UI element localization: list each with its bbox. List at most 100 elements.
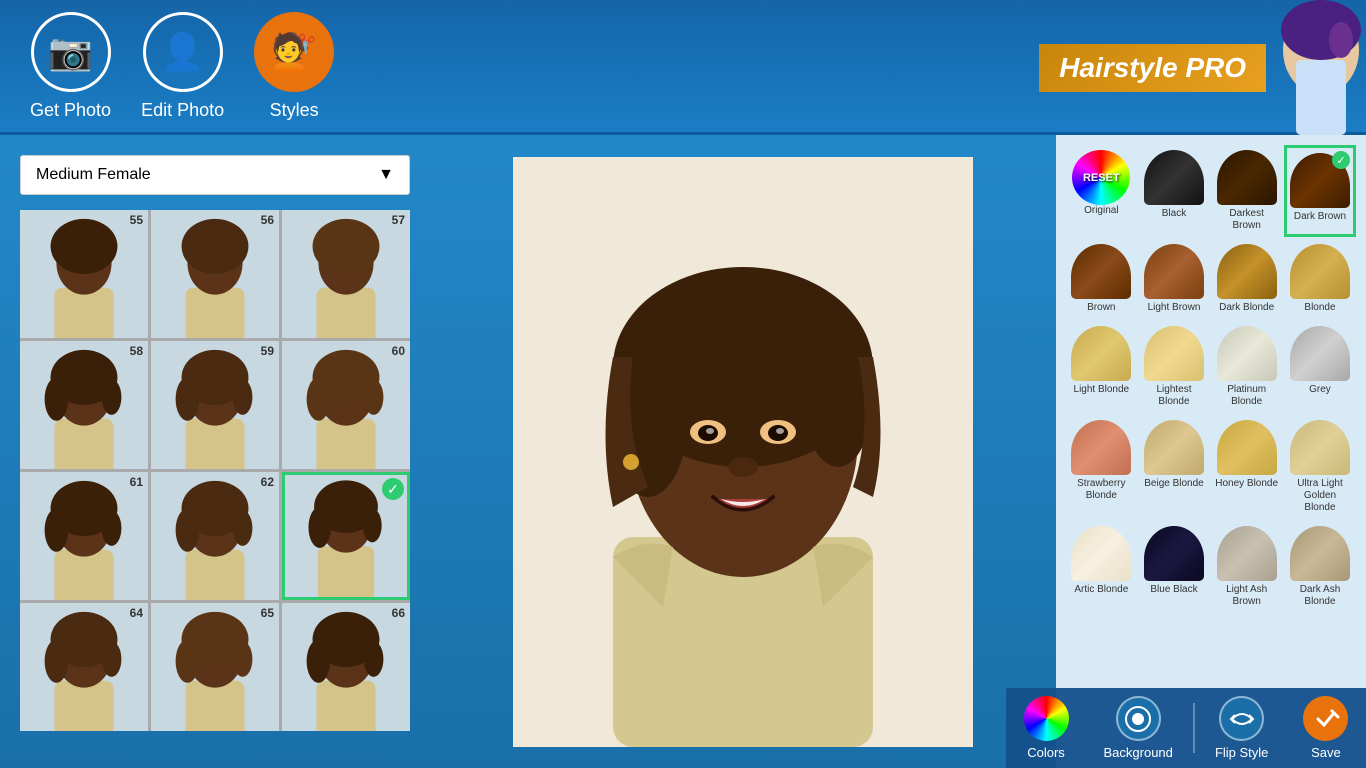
app-title: Hairstyle PRO	[1039, 44, 1266, 92]
color-item-grey[interactable]: Grey	[1284, 321, 1356, 413]
color-swatch-grey	[1290, 326, 1350, 381]
background-button[interactable]: Background	[1089, 696, 1188, 760]
header: 📷 Get Photo 👤 Edit Photo 💇 Styles Hairst…	[0, 0, 1366, 135]
color-swatch-light-ash	[1217, 526, 1277, 581]
person-icon: 👤	[143, 12, 223, 92]
style-item-60[interactable]: 60	[282, 341, 410, 469]
color-swatch-darkest-brown	[1217, 150, 1277, 205]
color-swatch-beige	[1144, 420, 1204, 475]
color-selected-checkmark: ✓	[1332, 151, 1350, 169]
colors-button[interactable]: Colors	[1009, 696, 1084, 760]
photo-frame	[513, 157, 973, 747]
style-item-58[interactable]: 58	[20, 341, 148, 469]
color-item-artic[interactable]: Artic Blonde	[1066, 521, 1137, 613]
camera-icon: 📷	[31, 12, 111, 92]
style-number: 57	[392, 213, 405, 227]
color-swatch-light-blonde	[1071, 326, 1131, 381]
color-swatch-ultra-light	[1290, 420, 1350, 475]
photo-preview	[430, 135, 1056, 768]
style-number: 59	[261, 344, 274, 358]
nav-get-photo[interactable]: 📷 Get Photo	[30, 12, 111, 121]
save-icon	[1303, 696, 1348, 741]
chevron-down-icon: ▼	[378, 166, 394, 184]
background-label: Background	[1104, 745, 1173, 760]
style-category-dropdown[interactable]: Medium Female ▼	[20, 155, 410, 195]
person-photo	[513, 157, 973, 747]
style-number: 66	[392, 606, 405, 620]
color-item-light-ash[interactable]: Light Ash Brown	[1211, 521, 1282, 613]
style-item-57[interactable]: 57	[282, 210, 410, 338]
color-label-artic: Artic Blonde	[1074, 584, 1128, 596]
style-item-55[interactable]: 55	[20, 210, 148, 338]
color-item-blonde[interactable]: Blonde	[1284, 239, 1356, 319]
color-item-reset[interactable]: RESETOriginal	[1066, 145, 1137, 237]
color-label-light-brown: Light Brown	[1148, 302, 1201, 314]
style-number: 62	[261, 475, 274, 489]
color-swatch-platinum	[1217, 326, 1277, 381]
color-item-darkest-brown[interactable]: Darkest Brown	[1211, 145, 1282, 237]
colors-icon	[1024, 696, 1069, 741]
color-label-lightest-blonde: Lightest Blonde	[1142, 384, 1207, 408]
color-item-dark-ash[interactable]: Dark Ash Blonde	[1284, 521, 1356, 613]
style-item-61[interactable]: 61	[20, 472, 148, 600]
color-label-dark-ash: Dark Ash Blonde	[1287, 584, 1353, 608]
color-label-light-blonde: Light Blonde	[1074, 384, 1130, 396]
style-item-63[interactable]: 63✓	[282, 472, 410, 600]
color-label-black: Black	[1162, 208, 1186, 220]
app-logo: Hairstyle PRO	[1039, 0, 1366, 135]
color-item-honey[interactable]: Honey Blonde	[1211, 415, 1282, 519]
color-item-light-blonde[interactable]: Light Blonde	[1066, 321, 1137, 413]
colors-label: Colors	[1027, 745, 1065, 760]
color-swatch-strawberry	[1071, 420, 1131, 475]
color-label-ultra-light: Ultra Light Golden Blonde	[1287, 478, 1353, 514]
style-number: 65	[261, 606, 274, 620]
person-svg	[513, 157, 973, 747]
color-swatch-lightest-blonde	[1144, 326, 1204, 381]
style-item-65[interactable]: 65	[151, 603, 279, 731]
color-item-lightest-blonde[interactable]: Lightest Blonde	[1139, 321, 1210, 413]
nav-styles-label: Styles	[270, 100, 319, 121]
color-label-beige: Beige Blonde	[1144, 478, 1204, 490]
style-item-66[interactable]: 66	[282, 603, 410, 731]
color-item-beige[interactable]: Beige Blonde	[1139, 415, 1210, 519]
color-item-black[interactable]: Black	[1139, 145, 1210, 237]
save-label: Save	[1311, 745, 1341, 760]
color-item-brown[interactable]: Brown	[1066, 239, 1137, 319]
color-label-reset: Original	[1084, 205, 1118, 217]
colors-panel: RESETOriginalBlackDarkest BrownDark Brow…	[1056, 135, 1366, 768]
color-item-strawberry[interactable]: Strawberry Blonde	[1066, 415, 1137, 519]
dropdown-value: Medium Female	[36, 166, 151, 184]
color-swatch-honey	[1217, 420, 1277, 475]
flipstyle-icon	[1219, 696, 1264, 741]
style-item-59[interactable]: 59	[151, 341, 279, 469]
color-swatch-dark-ash	[1290, 526, 1350, 581]
color-swatch-brown	[1071, 244, 1131, 299]
style-item-56[interactable]: 56	[151, 210, 279, 338]
color-swatch-black	[1144, 150, 1204, 205]
color-swatch-dark-blonde	[1217, 244, 1277, 299]
color-item-dark-brown[interactable]: Dark Brown ✓	[1284, 145, 1356, 237]
color-label-dark-brown: Dark Brown	[1294, 211, 1346, 223]
style-number: 55	[130, 213, 143, 227]
color-label-blue-black: Blue Black	[1150, 584, 1197, 596]
style-item-62[interactable]: 62	[151, 472, 279, 600]
color-item-blue-black[interactable]: Blue Black	[1139, 521, 1210, 613]
style-number: 56	[261, 213, 274, 227]
styles-icon: 💇	[254, 12, 334, 92]
color-swatch-blonde	[1290, 244, 1350, 299]
color-grid: RESETOriginalBlackDarkest BrownDark Brow…	[1066, 145, 1356, 613]
nav-edit-photo[interactable]: 👤 Edit Photo	[141, 12, 224, 121]
color-swatch-light-brown	[1144, 244, 1204, 299]
flipstyle-button[interactable]: Flip Style	[1200, 696, 1283, 760]
color-item-platinum[interactable]: Platinum Blonde	[1211, 321, 1282, 413]
color-label-honey: Honey Blonde	[1215, 478, 1278, 490]
nav-styles[interactable]: 💇 Styles	[254, 12, 334, 121]
style-item-64[interactable]: 64	[20, 603, 148, 731]
color-item-ultra-light[interactable]: Ultra Light Golden Blonde	[1284, 415, 1356, 519]
toolbar: Colors Background Flip Style Save	[1006, 688, 1366, 768]
nav-edit-photo-label: Edit Photo	[141, 100, 224, 121]
color-item-light-brown[interactable]: Light Brown	[1139, 239, 1210, 319]
color-item-dark-blonde[interactable]: Dark Blonde	[1211, 239, 1282, 319]
reset-swatch: RESET	[1072, 150, 1130, 205]
save-button[interactable]: Save	[1288, 696, 1363, 760]
